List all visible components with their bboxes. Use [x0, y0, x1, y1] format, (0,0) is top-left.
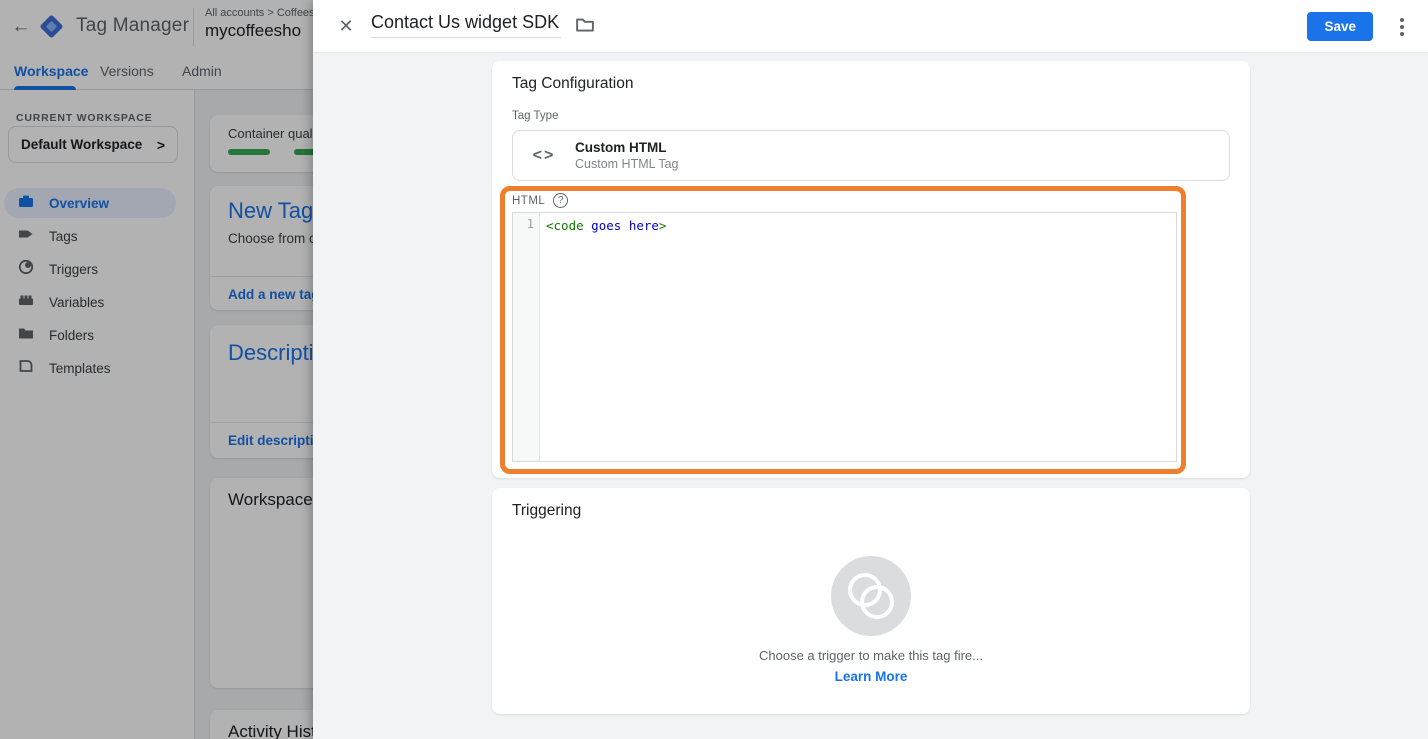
code-brackets-icon: <> [513, 147, 575, 165]
tag-editor-panel: ✕ Contact Us widget SDK Save Tag Configu… [313, 0, 1428, 739]
learn-more-link[interactable]: Learn More [492, 669, 1250, 684]
help-icon[interactable]: ? [553, 193, 568, 208]
trigger-placeholder-icon[interactable] [831, 556, 911, 636]
tag-type-selector[interactable]: <> Custom HTML Custom HTML Tag [512, 130, 1230, 181]
code-line-number: 1 [513, 213, 540, 461]
triggering-heading: Triggering [512, 502, 581, 520]
triggering-card: Triggering Choose a trigger to make this… [492, 488, 1250, 714]
html-code-editor[interactable]: 1 <code goes here> [512, 212, 1177, 462]
tag-type-label: Tag Type [512, 110, 558, 122]
tag-configuration-heading: Tag Configuration [512, 75, 634, 93]
html-field-header: HTML ? [512, 193, 568, 208]
tag-type-description: Custom HTML Tag [575, 157, 679, 171]
folder-icon [575, 15, 595, 35]
modal-scrim [0, 0, 313, 739]
folder-button[interactable] [575, 15, 595, 35]
tag-configuration-card: Tag Configuration Tag Type <> Custom HTM… [492, 61, 1250, 478]
close-icon: ✕ [338, 16, 353, 37]
tag-type-name: Custom HTML [575, 140, 679, 155]
kebab-dot [1400, 18, 1404, 22]
code-line[interactable]: <code goes here> [540, 213, 1176, 461]
kebab-dot [1400, 25, 1404, 29]
panel-header: ✕ Contact Us widget SDK Save [313, 0, 1428, 53]
close-button[interactable]: ✕ [333, 13, 359, 39]
screen: ← Tag Manager All accounts > Coffeesh my… [0, 0, 1428, 739]
tag-name-input[interactable]: Contact Us widget SDK [371, 12, 561, 38]
kebab-dot [1400, 32, 1404, 36]
save-button[interactable]: Save [1307, 12, 1373, 41]
trigger-empty-message: Choose a trigger to make this tag fire..… [492, 648, 1250, 663]
kebab-menu-button[interactable] [1394, 15, 1410, 39]
tag-type-texts: Custom HTML Custom HTML Tag [575, 140, 679, 171]
tag-title-row: Contact Us widget SDK [371, 12, 595, 38]
html-field-label: HTML [512, 195, 545, 207]
